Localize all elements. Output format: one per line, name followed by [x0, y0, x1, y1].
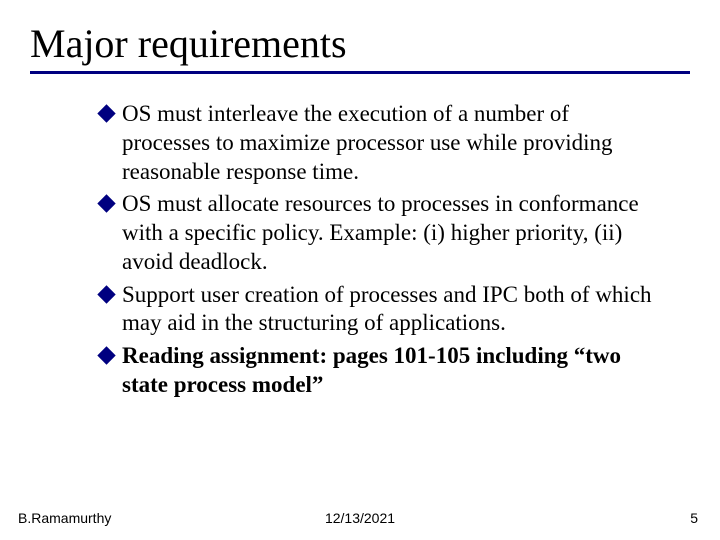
bullet-list: OS must interleave the execution of a nu… [100, 100, 660, 400]
bullet-item: OS must allocate resources to processes … [100, 190, 660, 276]
slide: Major requirements OS must interleave th… [0, 0, 720, 540]
bullet-text: Reading assignment: pages 101-105 includ… [122, 343, 621, 397]
bullet-item: Reading assignment: pages 101-105 includ… [100, 342, 660, 400]
diamond-bullet-icon [97, 195, 115, 213]
bullet-text: OS must interleave the execution of a nu… [122, 101, 613, 184]
bullet-text: OS must allocate resources to processes … [122, 191, 639, 274]
diamond-bullet-icon [97, 285, 115, 303]
bullet-item: Support user creation of processes and I… [100, 281, 660, 339]
bullet-text: Support user creation of processes and I… [122, 282, 652, 336]
diamond-bullet-icon [97, 346, 115, 364]
footer-date: 12/13/2021 [325, 510, 395, 526]
title-underline [30, 71, 690, 74]
footer-author: B.Ramamurthy [18, 510, 111, 526]
diamond-bullet-icon [97, 104, 115, 122]
bullet-item: OS must interleave the execution of a nu… [100, 100, 660, 186]
slide-title: Major requirements [30, 20, 680, 67]
footer-page-number: 5 [690, 510, 698, 526]
